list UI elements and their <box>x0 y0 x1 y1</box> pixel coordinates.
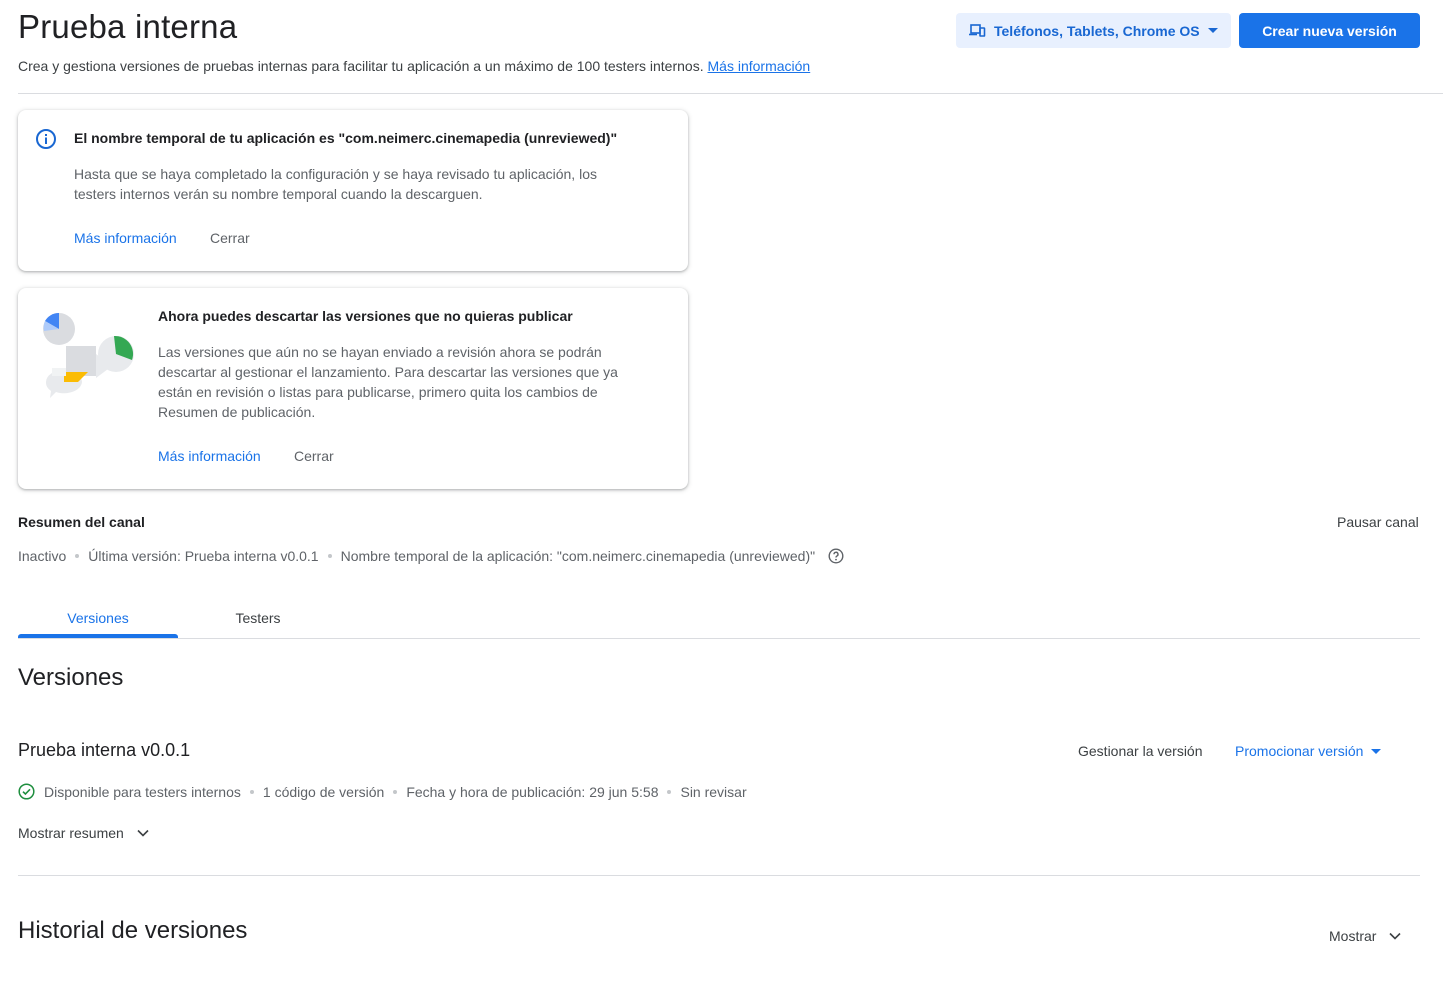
show-history-label: Mostrar <box>1329 928 1377 944</box>
pause-channel-button[interactable]: Pausar canal <box>1337 514 1419 530</box>
info-icon <box>36 129 56 149</box>
channel-summary-label: Resumen del canal <box>18 514 145 530</box>
promote-version-label: Promocionar versión <box>1235 743 1364 759</box>
release-status: Disponible para testers internos <box>44 783 241 800</box>
release-meta: Disponible para testers internos 1 códig… <box>18 783 747 800</box>
device-selector-button[interactable]: Teléfonos, Tablets, Chrome OS <box>956 13 1231 48</box>
notice-more-info-link[interactable]: Más información <box>158 448 261 464</box>
promote-version-button[interactable]: Promocionar versión <box>1235 743 1382 759</box>
discard-versions-notice: Ahora puedes descartar las versiones que… <box>18 288 688 489</box>
separator-dot <box>75 554 80 558</box>
release-review-status: Sin revisar <box>680 783 747 800</box>
channel-temp-name: Nombre temporal de la aplicación: "com.n… <box>340 548 816 564</box>
help-icon[interactable] <box>828 548 844 564</box>
devices-icon <box>969 23 986 37</box>
header-divider <box>18 93 1443 94</box>
subtitle-more-info-link[interactable]: Más información <box>708 58 811 74</box>
notice-close-button[interactable]: Cerrar <box>294 448 334 464</box>
channel-status: Inactivo <box>18 548 67 564</box>
tab-versions[interactable]: Versiones <box>18 610 178 626</box>
discard-illustration <box>43 312 134 398</box>
channel-last-version: Última versión: Prueba interna v0.0.1 <box>88 548 319 564</box>
subtitle-text: Crea y gestiona versiones de pruebas int… <box>18 58 704 74</box>
caret-down-icon <box>1207 28 1218 33</box>
channel-summary-meta: Inactivo Última versión: Prueba interna … <box>18 548 844 564</box>
notice-body: Las versiones que aún no se hayan enviad… <box>158 344 618 420</box>
notice-title: Ahora puedes descartar las versiones que… <box>158 308 573 324</box>
chevron-down-icon <box>1389 932 1402 940</box>
tabs-divider <box>18 638 1420 639</box>
show-summary-label: Mostrar resumen <box>18 825 124 841</box>
versions-heading: Versiones <box>18 664 124 691</box>
page-title: Prueba interna <box>18 8 238 45</box>
check-circle-icon <box>18 783 35 800</box>
separator-dot <box>327 554 332 558</box>
tab-testers[interactable]: Testers <box>178 610 338 626</box>
release-version-codes: 1 código de versión <box>262 783 385 800</box>
release-published-date: Fecha y hora de publicación: 29 jun 5:58 <box>406 783 659 800</box>
separator-dot <box>249 789 254 794</box>
notice-more-info-link[interactable]: Más información <box>74 230 177 246</box>
section-divider <box>18 875 1420 876</box>
show-history-toggle[interactable]: Mostrar <box>1329 928 1402 944</box>
show-summary-toggle[interactable]: Mostrar resumen <box>18 825 150 841</box>
manage-version-button[interactable]: Gestionar la versión <box>1078 743 1203 759</box>
separator-dot <box>667 789 672 794</box>
caret-down-icon <box>1371 748 1382 754</box>
page-subtitle: Crea y gestiona versiones de pruebas int… <box>18 58 810 74</box>
release-name: Prueba interna v0.0.1 <box>18 740 191 760</box>
device-selector-label: Teléfonos, Tablets, Chrome OS <box>994 22 1200 39</box>
chevron-down-icon <box>137 829 149 837</box>
notice-close-button[interactable]: Cerrar <box>210 230 250 246</box>
version-history-heading: Historial de versiones <box>18 917 248 944</box>
notice-title: El nombre temporal de tu aplicación es "… <box>74 130 618 146</box>
create-new-version-button[interactable]: Crear nueva versión <box>1239 13 1420 48</box>
temporary-name-notice: El nombre temporal de tu aplicación es "… <box>18 110 688 271</box>
notice-body: Hasta que se haya completado la configur… <box>74 166 597 202</box>
separator-dot <box>393 789 398 794</box>
